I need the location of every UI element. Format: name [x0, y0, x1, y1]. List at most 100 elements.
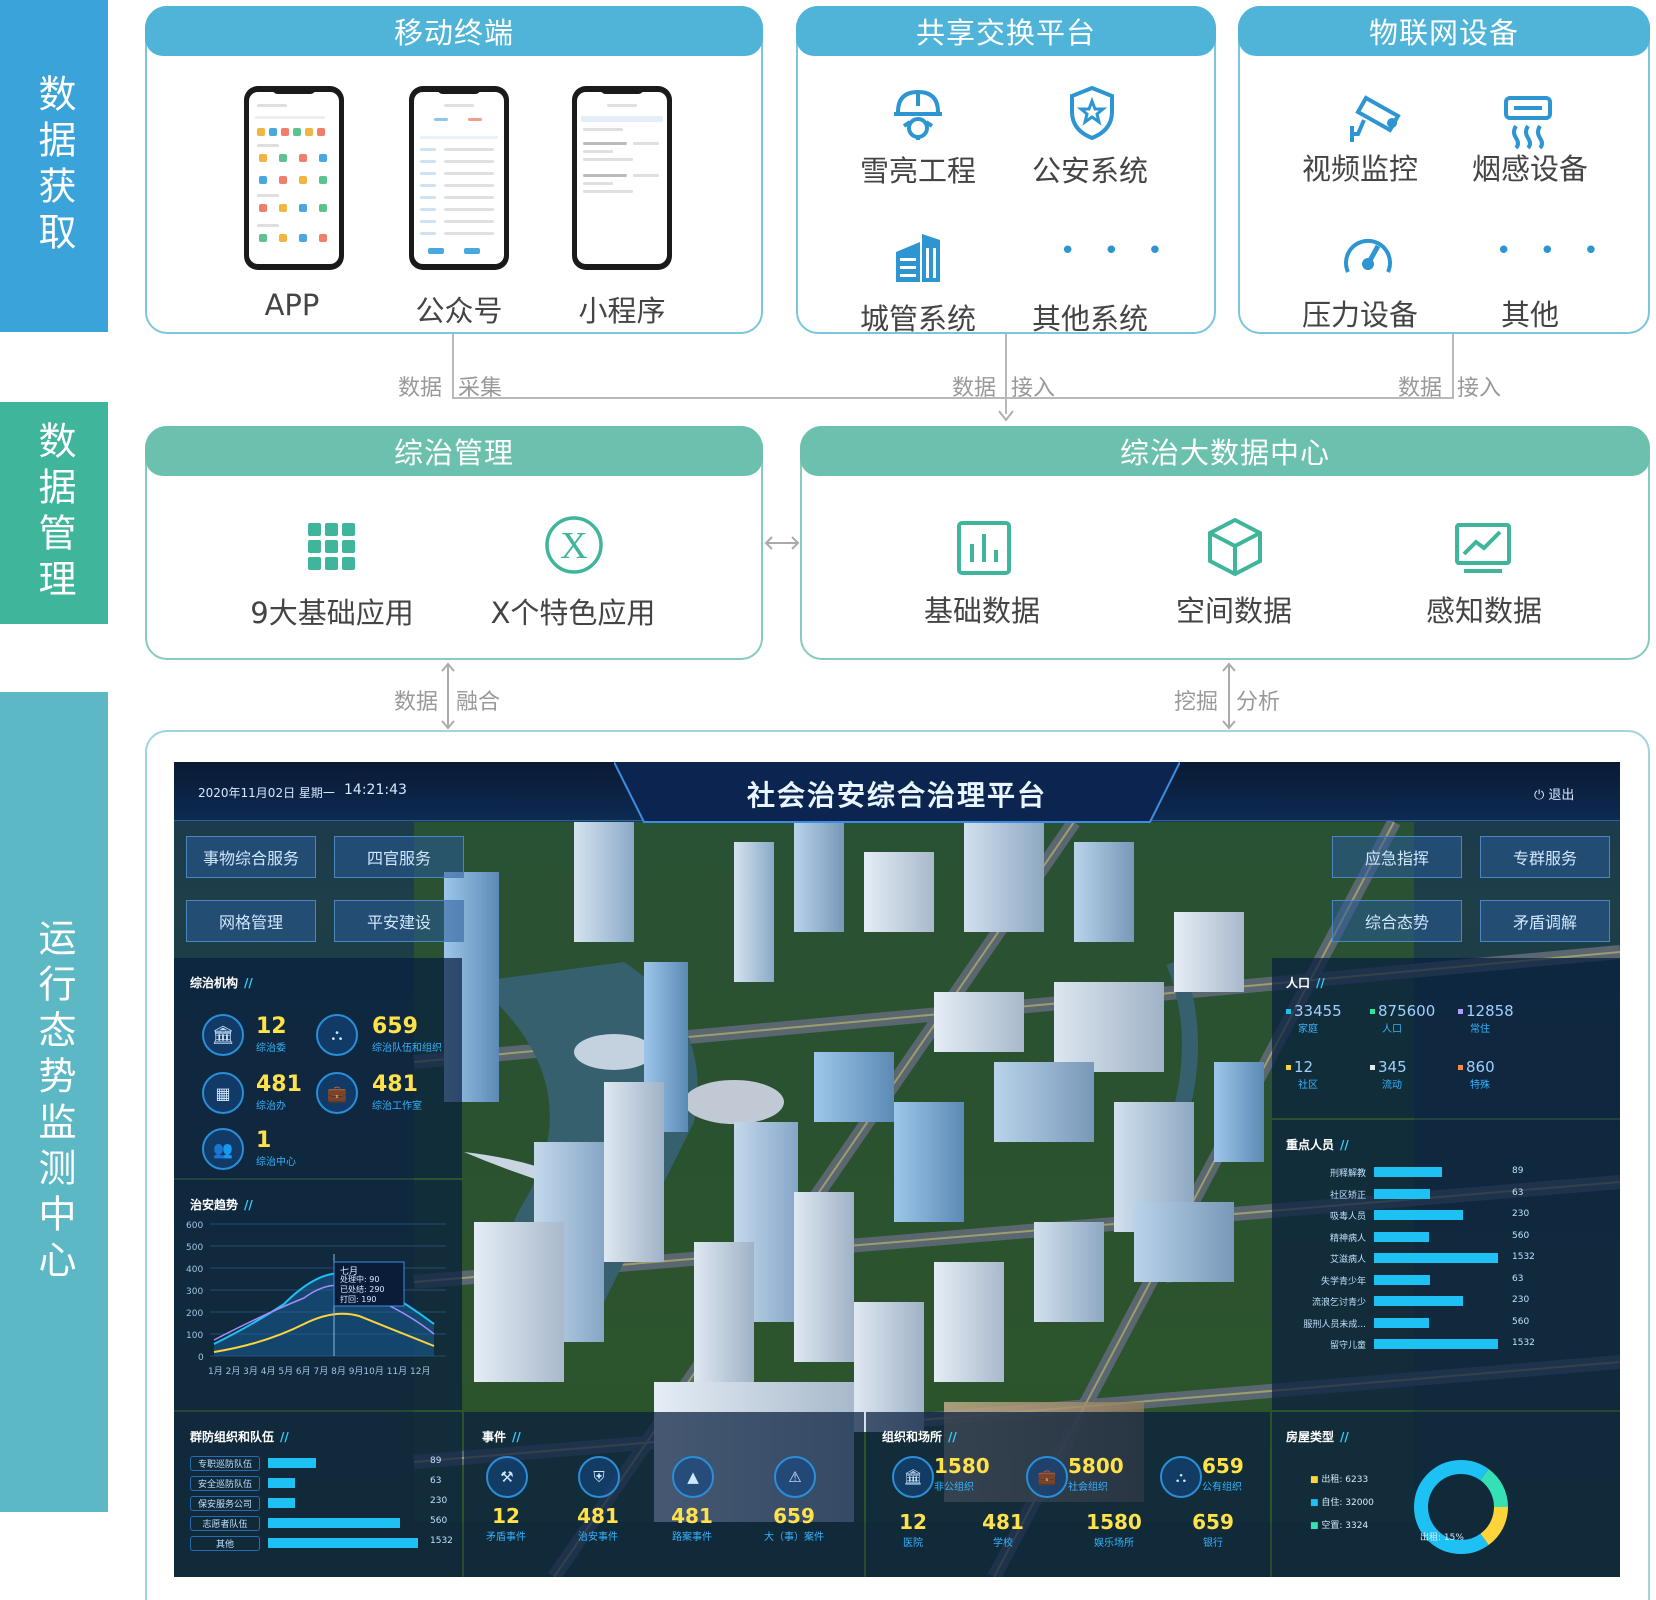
- keypeople-row-value: 1532: [1512, 1252, 1535, 1262]
- trend-tooltip-line: 打回: 190: [340, 1295, 377, 1304]
- teams-bar: [268, 1478, 295, 1488]
- keypeople-row-value: 63: [1512, 1273, 1524, 1284]
- population-label: 特殊: [1470, 1080, 1490, 1091]
- nav-button-special[interactable]: 专群服务: [1480, 836, 1610, 878]
- population-marker: [1286, 1009, 1291, 1014]
- mobile-item-official-account: 公众号: [415, 294, 503, 328]
- big-data-center-title: 综治大数据中心: [800, 426, 1650, 476]
- buildings-icon: [896, 234, 940, 282]
- event-value: 481: [671, 1504, 713, 1528]
- teams-bar: [268, 1458, 316, 1468]
- line-chart-icon: [1455, 523, 1511, 573]
- place-label: 娱乐场所: [1094, 1538, 1134, 1549]
- exchange-item-other-systems: 其他系统: [1031, 302, 1148, 336]
- population-marker: [1286, 1065, 1291, 1070]
- comprehensive-management-panel: 综治管理 X 9大基础应用 X个特色应用: [145, 426, 763, 660]
- feature-apps-label: X个特色应用: [490, 596, 656, 630]
- exchange-item-police: 公安系统: [1031, 154, 1148, 188]
- housing-legend-item: ■ 空置: 3324: [1310, 1521, 1369, 1531]
- event-label: 矛盾事件: [486, 1532, 526, 1543]
- cone-icon: ▲: [672, 1456, 714, 1498]
- events-section-title: 事件//: [482, 1430, 521, 1444]
- nav-button-affairs[interactable]: 事物综合服务: [186, 836, 316, 878]
- population-marker: [1458, 1009, 1463, 1014]
- population-value: 860: [1466, 1058, 1495, 1076]
- population-value: 345: [1378, 1058, 1407, 1076]
- big-data-center-panel: 综治大数据中心 基础数据 空间数据 感知数据: [800, 426, 1650, 660]
- population-marker: [1458, 1065, 1463, 1070]
- orgs-label: 社会组织: [1068, 1482, 1108, 1493]
- keypeople-row-value: 89: [1512, 1166, 1524, 1176]
- keypeople-bar: [1374, 1274, 1430, 1285]
- nav-button-emergency[interactable]: 应急指挥: [1332, 836, 1462, 878]
- nav-button-mediation[interactable]: 矛盾调解: [1480, 900, 1610, 942]
- place-value: 1580: [1086, 1510, 1142, 1534]
- keypeople-bar: [1374, 1253, 1498, 1263]
- svg-text:600: 600: [186, 1221, 203, 1231]
- power-icon: ⏻: [1534, 788, 1549, 803]
- nav-button-grid[interactable]: 网格管理: [186, 900, 316, 942]
- org-value: 1: [256, 1128, 272, 1153]
- keypeople-bar: [1374, 1231, 1429, 1242]
- place-value: 481: [982, 1510, 1024, 1534]
- population-item: 12858 常住: [1458, 1002, 1514, 1035]
- keypeople-bar: [1374, 1339, 1498, 1349]
- org-value: 659: [372, 1014, 418, 1039]
- dashboard-screen: 2020年11月02日 星期一 14:21:43 社会治安综合治理平台 ⏻ 退出…: [174, 762, 1620, 1577]
- comprehensive-management-title: 综治管理: [145, 426, 763, 476]
- keypeople-row-value: 560: [1512, 1316, 1530, 1327]
- iot-item-pressure: 压力设备: [1301, 298, 1418, 332]
- teams-bar: [268, 1538, 418, 1548]
- population-item: 860 特殊: [1458, 1058, 1495, 1091]
- perception-data-label: 感知数据: [1425, 594, 1542, 628]
- orgs-section-title: 组织和场所//: [882, 1430, 957, 1444]
- svg-text:400: 400: [186, 1265, 203, 1275]
- mobile-item-mini-program: 小程序: [578, 294, 666, 328]
- flow-label: 接入: [1011, 376, 1056, 401]
- exchange-item-xueliang: 雪亮工程: [859, 154, 976, 188]
- population-value: 12858: [1466, 1002, 1514, 1020]
- keypeople-section-title: 重点人员//: [1286, 1138, 1349, 1152]
- nav-button-safety[interactable]: 平安建设: [334, 900, 464, 942]
- svg-text:X: X: [560, 525, 587, 567]
- basic-apps-label: 9大基础应用: [250, 596, 414, 630]
- flow-label: 数据: [952, 376, 997, 401]
- population-item: 33455 家庭: [1286, 1002, 1342, 1035]
- nav-button-situation[interactable]: 综合态势: [1332, 900, 1462, 942]
- event-label: 大（事）案件: [764, 1532, 824, 1543]
- iot-item-other: 其他: [1500, 298, 1559, 332]
- flow-label: 数据: [1398, 376, 1443, 401]
- teams-bar: [268, 1518, 400, 1528]
- population-item: 875600 人口: [1370, 1002, 1435, 1035]
- teams-row-value: 63: [430, 1476, 442, 1486]
- event-label: 治安事件: [578, 1532, 618, 1543]
- basic-data-label: 基础数据: [923, 594, 1040, 628]
- official-account-phone-mockup: [409, 86, 509, 270]
- place-label: 银行: [1203, 1538, 1223, 1549]
- housing-donut-chart: [1414, 1460, 1508, 1554]
- people-icon: 👥: [202, 1128, 244, 1170]
- camera-icon: [1350, 95, 1401, 142]
- keypeople-panel: [1272, 1120, 1620, 1410]
- keypeople-row-label: 服刑人员未成...: [1303, 1319, 1366, 1330]
- svg-text:300: 300: [186, 1287, 203, 1297]
- orgs-value: 1580: [934, 1454, 990, 1478]
- helmet-gear-icon: [894, 89, 942, 140]
- population-label: 人口: [1382, 1024, 1402, 1035]
- population-item: 12 社区: [1286, 1058, 1318, 1091]
- logout-button[interactable]: ⏻ 退出: [1534, 784, 1574, 803]
- orgs-value: 659: [1202, 1454, 1244, 1478]
- side-label-manage: 数据管理: [0, 402, 108, 624]
- flow-label: 分析: [1236, 690, 1281, 715]
- arrow-down-icon: [998, 410, 1014, 422]
- nav-button-four-officers[interactable]: 四官服务: [334, 836, 464, 878]
- keypeople-bar: [1374, 1317, 1429, 1328]
- svg-text:100: 100: [186, 1331, 203, 1341]
- keypeople-row-value: 1532: [1512, 1338, 1535, 1348]
- iot-devices-title: 物联网设备: [1238, 6, 1650, 56]
- mobile-item-app: APP: [264, 288, 320, 322]
- keypeople-row-label: 精神病人: [1329, 1233, 1366, 1244]
- mini-program-phone-mockup: [572, 86, 672, 270]
- org-value: 12: [256, 1014, 287, 1039]
- dashboard-date: 2020年11月02日 星期一: [198, 786, 335, 800]
